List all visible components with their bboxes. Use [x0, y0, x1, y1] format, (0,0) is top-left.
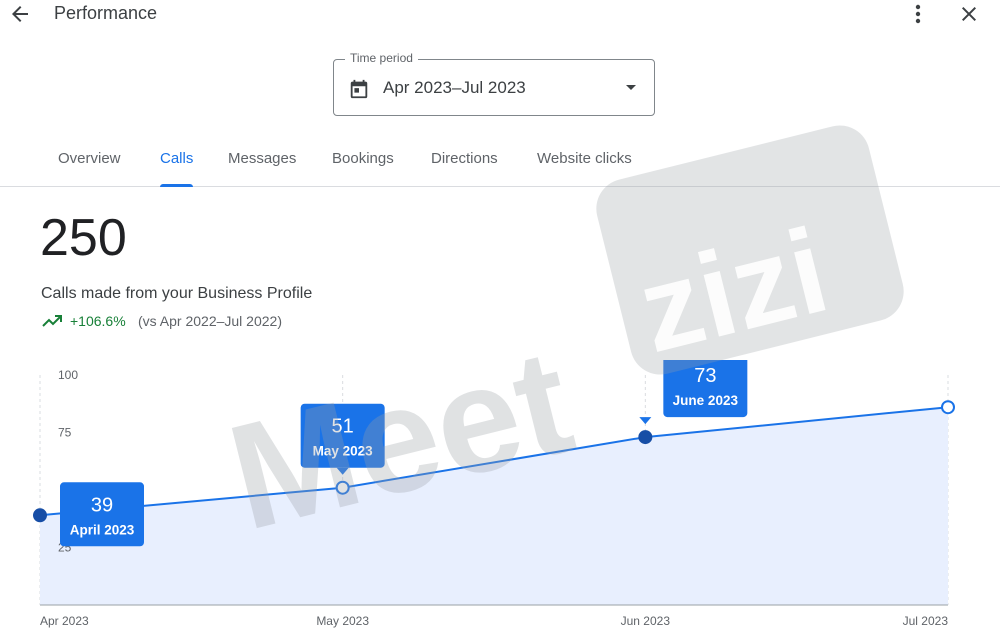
tooltip-value: 39 [91, 494, 113, 516]
tab-directions[interactable]: Directions [431, 150, 498, 186]
tooltip-pointer [639, 417, 652, 425]
tab-bookings[interactable]: Bookings [332, 150, 394, 186]
total-calls-value: 250 [40, 209, 127, 267]
data-point [941, 400, 955, 415]
tab-messages[interactable]: Messages [228, 150, 296, 186]
tooltip-label: May 2023 [313, 444, 374, 459]
tooltip-value: 73 [694, 365, 716, 387]
time-period-label: Time period [345, 51, 418, 65]
data-point [335, 480, 350, 495]
dropdown-arrow-icon [626, 85, 636, 90]
trend-percentage: +106.6% [70, 313, 126, 329]
area-fill [40, 407, 948, 605]
tab-calls[interactable]: Calls [160, 150, 194, 187]
x-tick-label: Jun 2023 [621, 614, 671, 628]
tab-website-clicks[interactable]: Website clicks [537, 150, 632, 186]
close-icon[interactable] [957, 2, 981, 26]
svg-text:zizi: zizi [627, 203, 841, 378]
page-title: Performance [54, 3, 158, 23]
y-tick-label: 75 [58, 426, 72, 440]
more-vert-icon[interactable] [907, 2, 929, 26]
x-tick-label: May 2023 [316, 614, 369, 628]
active-tab-indicator [160, 184, 194, 187]
metric-description: Calls made from your Business Profile [41, 285, 313, 302]
data-point [638, 430, 653, 445]
trend-comparison: (vs Apr 2022–Jul 2022) [138, 313, 282, 329]
arrow-back-icon[interactable] [8, 2, 32, 26]
calls-chart: 1007525Apr 2023 May 2023 Jun 2023 Jul 20233… [33, 360, 955, 628]
tab-overview[interactable]: Overview [58, 150, 121, 186]
metric-tabs: Overview Calls Messages Bookings Directi… [0, 140, 1000, 187]
y-tick-label: 100 [58, 368, 78, 382]
trending-up-icon [42, 315, 62, 327]
tooltip-label: April 2023 [70, 522, 135, 537]
x-tick-label: Apr 2023 [40, 614, 89, 628]
top-bar: Performance [0, 0, 1000, 28]
time-period-value: Apr 2023–Jul 2023 [383, 78, 526, 97]
tooltip-label: June 2023 [673, 393, 739, 408]
x-tick-label: Jul 2023 [903, 614, 949, 628]
time-period-select[interactable]: Time period Apr 2023–Jul 2023 [333, 51, 655, 116]
tooltip-pointer [336, 467, 349, 475]
tooltip-value: 51 [332, 416, 354, 438]
calendar-icon [350, 79, 368, 99]
data-point [33, 508, 47, 523]
